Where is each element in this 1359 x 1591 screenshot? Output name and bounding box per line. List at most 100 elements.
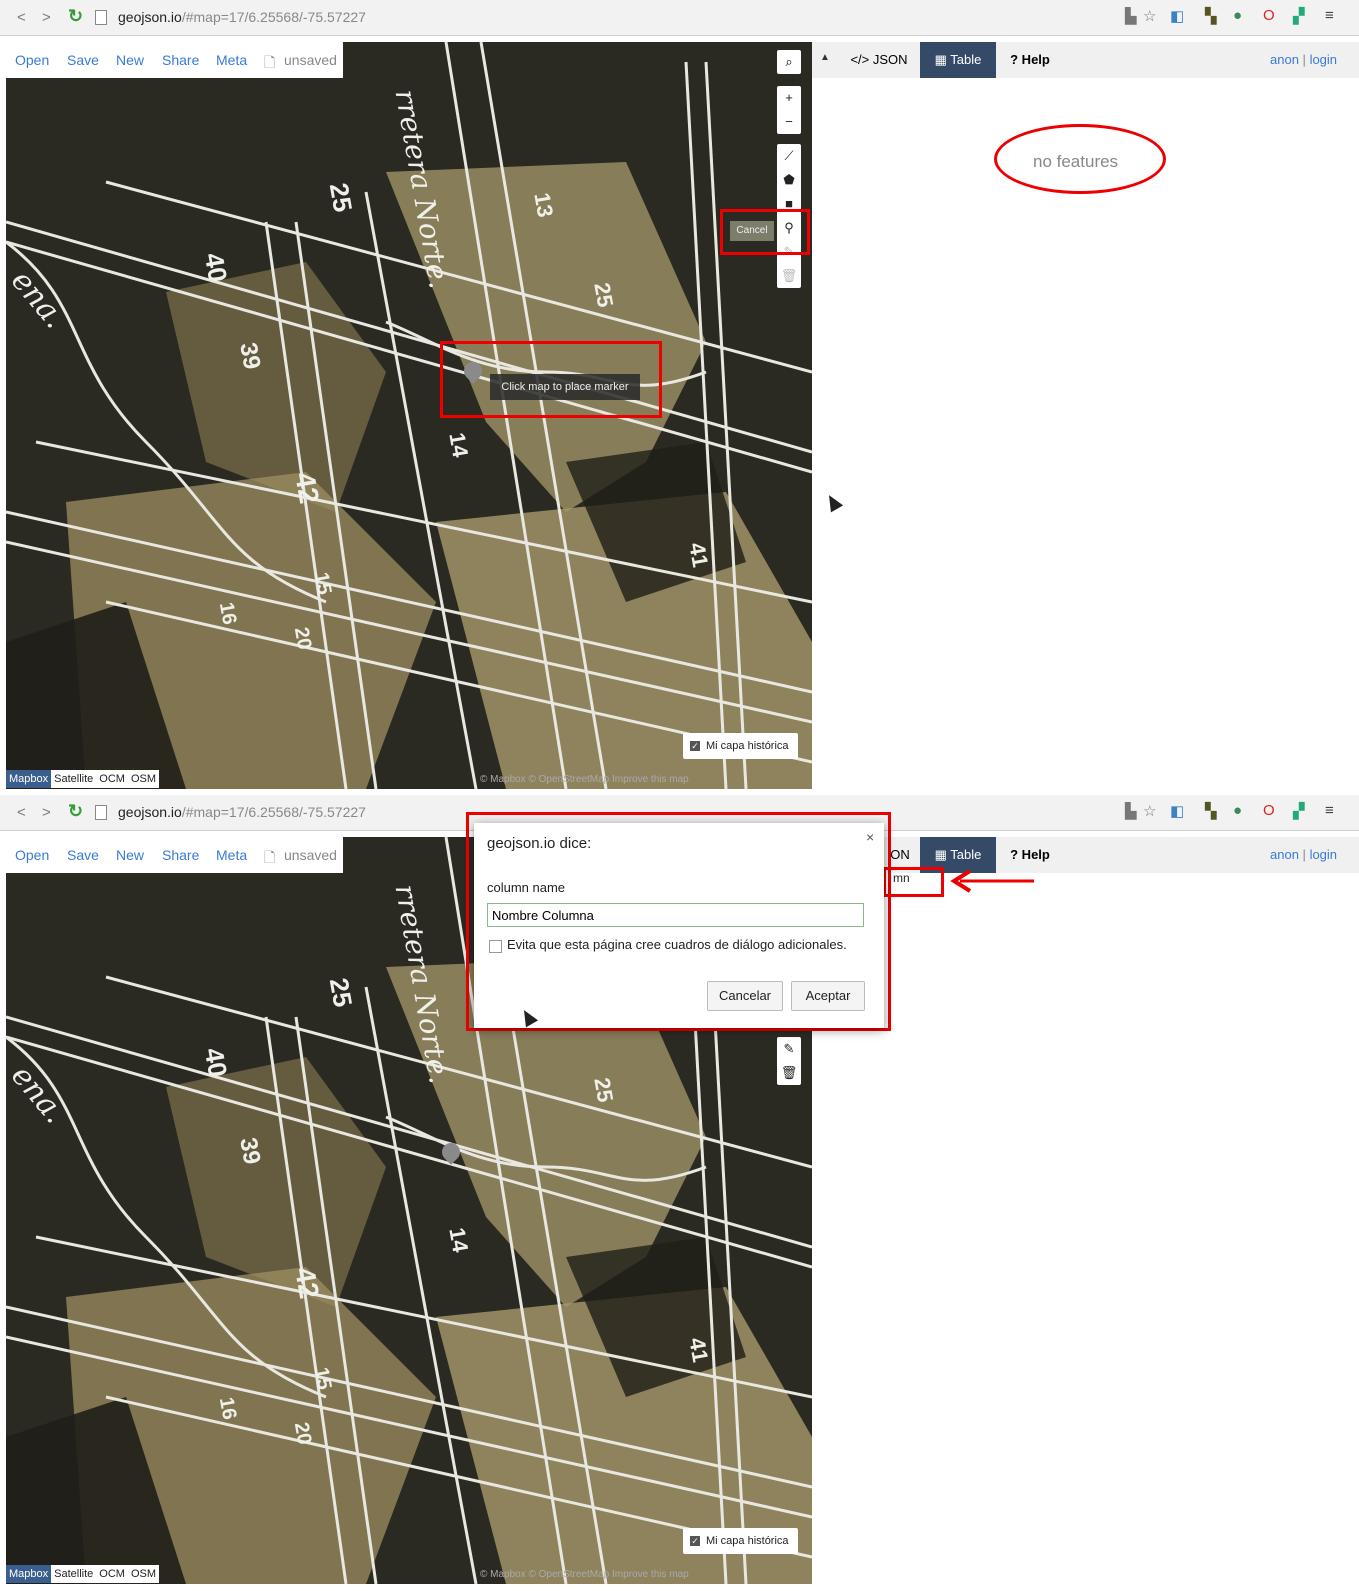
reload-icon[interactable]: ↻ <box>68 801 83 822</box>
trash-icon[interactable]: 🗑 <box>777 264 801 288</box>
login-link[interactable]: login <box>1310 847 1337 862</box>
street-label: 25 <box>589 280 619 310</box>
auth-separator: | <box>1302 847 1306 862</box>
layer-toggle-label: Mi capa histórica <box>706 1535 789 1547</box>
anon-link[interactable]: anon <box>1270 847 1299 862</box>
extension-icon[interactable]: ◧ <box>1170 7 1184 25</box>
layer-toggle[interactable]: ✓ Mi capa histórica <box>683 733 798 759</box>
suppress-dialogs-label: Evita que esta página cree cuadros de di… <box>507 937 847 952</box>
address-bar[interactable]: geojson.io/#map=17/6.25568/-75.57227 <box>118 804 366 820</box>
page-icon <box>95 805 107 820</box>
base-layer-mapbox[interactable]: Mapbox <box>6 1565 52 1583</box>
cancel-button[interactable]: Cancelar <box>707 981 783 1011</box>
base-layer-satellite[interactable]: Satellite <box>51 1565 97 1583</box>
edit-control: ✎ 🗑 <box>777 1037 801 1085</box>
browser-toolbar: < > ↻ geojson.io/#map=17/6.25568/-75.572… <box>0 0 1359 36</box>
checkbox-checked-icon[interactable]: ✓ <box>690 1536 700 1547</box>
draw-line-icon[interactable]: ⟋ <box>777 144 801 168</box>
reload-icon[interactable]: ↻ <box>68 6 83 27</box>
extension-icon[interactable]: ● <box>1233 802 1242 819</box>
layer-toggle[interactable]: ✓ Mi capa histórica <box>683 1528 798 1554</box>
new-column-button[interactable]: mn <box>893 871 910 885</box>
meta-button[interactable]: Meta <box>216 52 247 68</box>
tab-help[interactable]: ? Help <box>1000 837 1060 873</box>
login-link[interactable]: login <box>1310 52 1337 67</box>
share-button[interactable]: Share <box>162 52 199 68</box>
base-layer-switcher: Mapbox Satellite OCM OSM <box>6 770 160 788</box>
chevron-left-icon[interactable]: < <box>17 9 26 26</box>
search-icon[interactable]: ⌕ <box>777 50 801 74</box>
street-label: 16 <box>214 1395 241 1422</box>
column-name-input[interactable] <box>487 903 864 927</box>
url-path: /#map=17/6.25568/-75.57227 <box>181 9 366 25</box>
url-path: /#map=17/6.25568/-75.57227 <box>181 804 366 820</box>
annotation-arrow-icon <box>950 869 1034 893</box>
base-layer-ocm[interactable]: OCM <box>96 1565 128 1583</box>
edit-icon[interactable]: ✎ <box>777 1037 801 1061</box>
meta-button[interactable]: Meta <box>216 847 247 863</box>
menu-icon[interactable]: ≡ <box>1325 802 1334 819</box>
street-label: 20 <box>289 1420 316 1447</box>
new-button[interactable]: New <box>116 847 144 863</box>
map-canvas[interactable]: rretera Norte. 25 13 40 ena. 25 39 14 42… <box>6 42 812 789</box>
accept-button[interactable]: Aceptar <box>791 981 865 1011</box>
street-label: 41 <box>684 540 714 570</box>
checkbox-checked-icon[interactable]: ✓ <box>690 741 700 752</box>
chevron-right-icon[interactable]: > <box>42 804 51 821</box>
base-layer-osm[interactable]: OSM <box>127 770 160 788</box>
street-label: 25 <box>589 1075 619 1105</box>
extension-icon[interactable]: ▚ <box>1205 802 1217 820</box>
collapse-icon[interactable]: ▲ <box>820 52 830 63</box>
street-label: 39 <box>234 1135 266 1167</box>
tab-table[interactable]: ▦ Table <box>920 42 996 78</box>
translate-icon[interactable]: ▙ <box>1125 7 1137 25</box>
file-icon: 🗋 <box>264 849 276 865</box>
zoom-control: + − <box>777 86 801 134</box>
base-layer-osm[interactable]: OSM <box>127 1565 160 1583</box>
opera-icon[interactable]: O <box>1263 7 1275 24</box>
anon-link[interactable]: anon <box>1270 52 1299 67</box>
tab-json[interactable]: </> JSON <box>842 42 916 78</box>
url-host: geojson.io <box>118 804 182 820</box>
chevron-right-icon[interactable]: > <box>42 9 51 26</box>
dialog-label: column name <box>487 880 566 895</box>
street-label: 20 <box>289 625 316 652</box>
save-button[interactable]: Save <box>67 52 99 68</box>
address-bar[interactable]: geojson.io/#map=17/6.25568/-75.57227 <box>118 9 366 25</box>
base-layer-mapbox[interactable]: Mapbox <box>6 770 52 788</box>
opera-icon[interactable]: O <box>1263 802 1275 819</box>
extension-icon[interactable]: ◧ <box>1170 802 1184 820</box>
star-icon[interactable]: ☆ <box>1143 802 1156 820</box>
street-label: 41 <box>684 1335 714 1365</box>
close-icon[interactable]: × <box>866 829 874 845</box>
street-label: 14 <box>444 430 474 460</box>
base-layer-satellite[interactable]: Satellite <box>51 770 97 788</box>
file-toolbar: Open Save New Share Meta 🗋 unsaved <box>6 42 343 78</box>
extension-icon[interactable]: ▚ <box>1205 7 1217 25</box>
draw-polygon-icon[interactable]: ⬟ <box>777 168 801 192</box>
extension-icon[interactable]: ● <box>1233 7 1242 24</box>
base-layer-ocm[interactable]: OCM <box>96 770 128 788</box>
tab-help[interactable]: ? Help <box>1000 42 1060 78</box>
translate-icon[interactable]: ▙ <box>1125 802 1137 820</box>
menu-icon[interactable]: ≡ <box>1325 7 1334 24</box>
save-button[interactable]: Save <box>67 847 99 863</box>
extension-icon[interactable]: ▞ <box>1293 802 1305 820</box>
zoom-in-button[interactable]: + <box>777 86 801 110</box>
layer-toggle-label: Mi capa histórica <box>706 740 789 752</box>
zoom-out-button[interactable]: − <box>777 110 801 134</box>
star-icon[interactable]: ☆ <box>1143 7 1156 25</box>
map-attribution[interactable]: © Mapbox © OpenStreetMap Improve this ma… <box>480 774 689 785</box>
share-button[interactable]: Share <box>162 847 199 863</box>
mouse-cursor-icon <box>822 491 844 513</box>
tab-table-label: Table <box>950 847 982 862</box>
trash-icon[interactable]: 🗑 <box>777 1061 801 1085</box>
map-attribution[interactable]: © Mapbox © OpenStreetMap Improve this ma… <box>480 1569 689 1580</box>
extension-icon[interactable]: ▞ <box>1293 7 1305 25</box>
new-button[interactable]: New <box>116 52 144 68</box>
open-button[interactable]: Open <box>15 847 49 863</box>
chevron-left-icon[interactable]: < <box>17 804 26 821</box>
open-button[interactable]: Open <box>15 52 49 68</box>
suppress-dialogs-checkbox[interactable] <box>489 940 502 953</box>
tab-table-label: Table <box>950 52 982 67</box>
